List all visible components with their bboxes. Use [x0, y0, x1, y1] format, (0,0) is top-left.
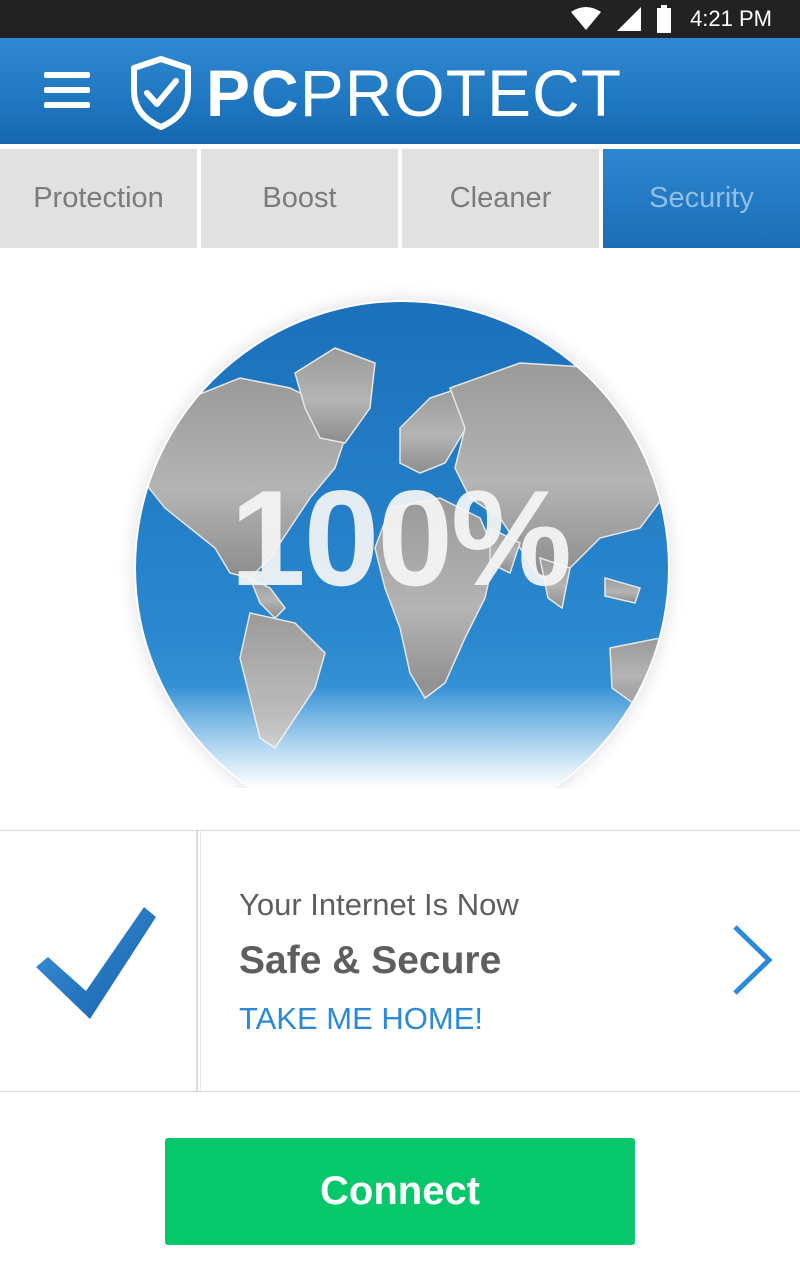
signal-icon	[617, 7, 642, 31]
status-card: Your Internet Is Now Safe & Secure TAKE …	[0, 830, 800, 1092]
tab-cleaner[interactable]: Cleaner	[402, 149, 599, 248]
wifi-icon	[571, 7, 602, 30]
security-percentage: 100%	[230, 462, 572, 614]
status-time: 4:21 PM	[690, 6, 772, 31]
logo-text: PCPROTECT	[206, 56, 623, 130]
app-logo: PCPROTECT	[128, 54, 622, 132]
status-line-1: Your Internet Is Now	[239, 887, 519, 922]
battery-icon	[657, 5, 672, 33]
chevron-right-icon[interactable]	[727, 923, 777, 997]
app-header: PCPROTECT	[0, 38, 800, 144]
hamburger-menu-icon[interactable]	[44, 72, 90, 112]
check-panel	[0, 831, 198, 1091]
system-status-bar: 4:21 PM	[0, 0, 800, 38]
status-message-panel[interactable]: Your Internet Is Now Safe & Secure TAKE …	[200, 831, 800, 1091]
shield-check-icon	[131, 56, 191, 130]
tab-bar: Protection Boost Cleaner Security	[0, 149, 800, 248]
tab-protection[interactable]: Protection	[0, 149, 197, 248]
take-me-home-link[interactable]: TAKE ME HOME!	[239, 1001, 483, 1037]
tab-boost[interactable]: Boost	[201, 149, 398, 248]
status-line-2: Safe & Secure	[239, 939, 502, 982]
checkmark-icon	[36, 907, 156, 1019]
connect-button[interactable]: Connect	[165, 1138, 635, 1245]
tab-security[interactable]: Security	[603, 149, 800, 248]
